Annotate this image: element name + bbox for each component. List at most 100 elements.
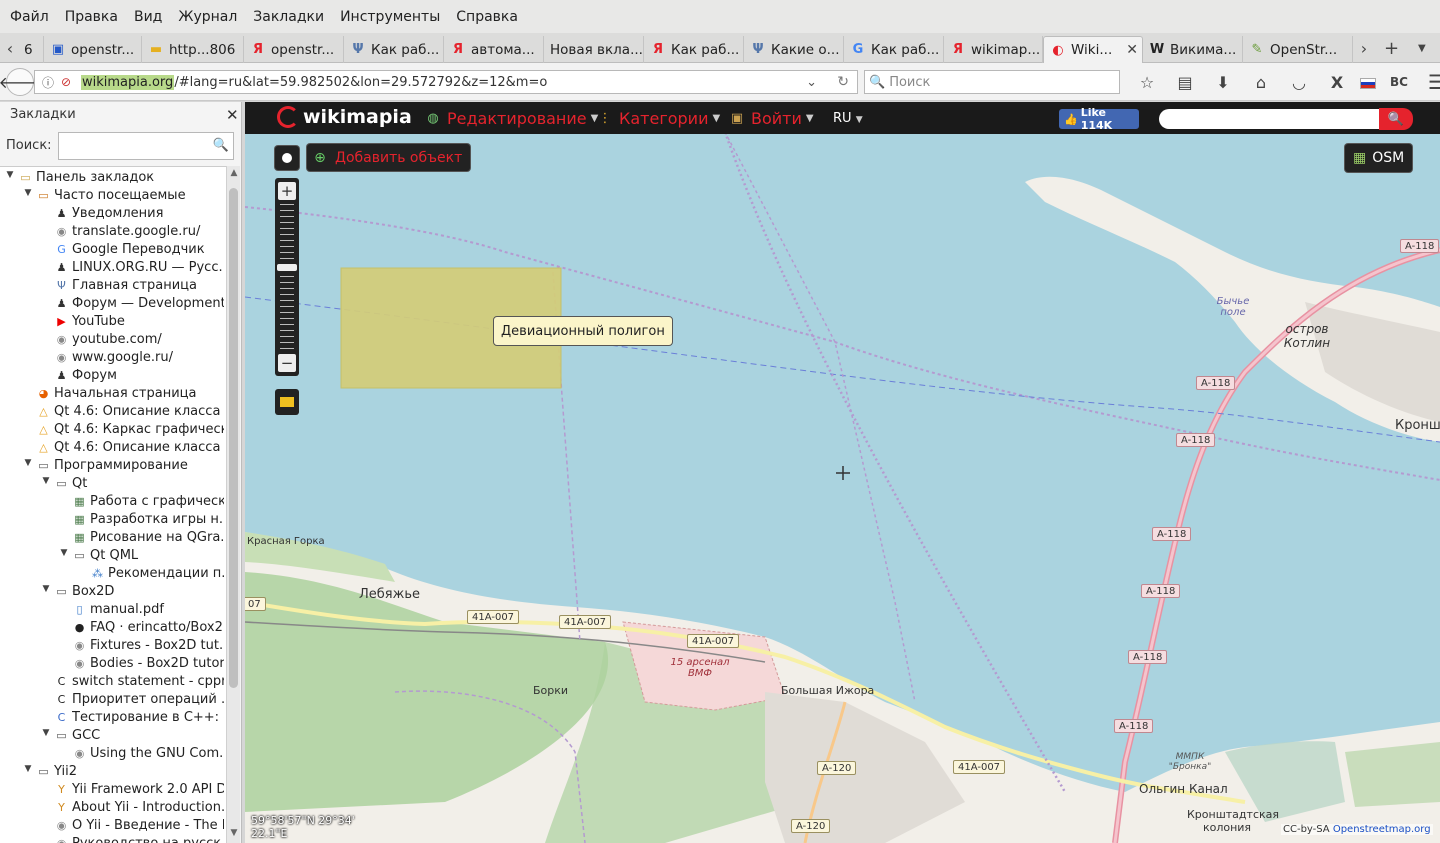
bookmark-folder[interactable]: ▼ ▭ GCC xyxy=(0,727,226,745)
wikimapia-logo[interactable]: wikimapia xyxy=(277,106,412,128)
bookmark-item[interactable]: ◕ Начальная страница xyxy=(0,385,226,403)
bookmark-item[interactable]: ● FAQ · erincatto/Box2... xyxy=(0,619,226,637)
bookmark-item[interactable]: ▶ YouTube xyxy=(0,313,226,331)
tab-4[interactable]: Ψ Как раб... xyxy=(344,36,444,63)
menu-edit[interactable]: Правка xyxy=(57,9,126,25)
bookmark-item[interactable]: Ψ Главная страница xyxy=(0,277,226,295)
tab-9[interactable]: G Как раб... xyxy=(844,36,944,63)
reload-icon[interactable]: ↻ xyxy=(837,74,849,90)
bookmark-folder[interactable]: ▼ ▭ Панель закладок xyxy=(0,169,226,187)
bookmark-item[interactable]: ♟ LINUX.ORG.RU — Русс... xyxy=(0,259,226,277)
bookmark-item[interactable]: Y About Yii - Introduction... xyxy=(0,799,226,817)
menu-bookmarks[interactable]: Закладки xyxy=(245,9,332,25)
zoom-slider-handle[interactable] xyxy=(277,264,297,271)
bookmark-item[interactable]: ♟ Форум — Development xyxy=(0,295,226,313)
menu-tools[interactable]: Инструменты xyxy=(332,9,448,25)
twisty-open-icon[interactable]: ▼ xyxy=(40,476,52,486)
tab-0[interactable]: 6 xyxy=(18,36,44,63)
tab-10[interactable]: Яwikimap... xyxy=(944,36,1043,63)
scroll-down-icon[interactable]: ▼ xyxy=(227,828,241,838)
twisty-open-icon[interactable]: ▼ xyxy=(4,170,16,180)
zoom-ticks[interactable] xyxy=(280,204,294,349)
bookmark-item[interactable]: ♟ Уведомления xyxy=(0,205,226,223)
bookmark-item[interactable]: ▯ manual.pdf xyxy=(0,601,226,619)
bookmark-item[interactable]: ◉ Using the GNU Com... xyxy=(0,745,226,763)
twisty-open-icon[interactable]: ▼ xyxy=(22,188,34,198)
menu-edit-mode[interactable]: ◍ Редактирование ▼ xyxy=(425,109,598,128)
tab-scroll-left-icon[interactable]: ‹ xyxy=(2,33,18,63)
back-button[interactable]: 🡐 xyxy=(0,68,41,96)
tab-12[interactable]: W Викима... xyxy=(1143,36,1243,63)
tab-6[interactable]: Новая вкла... xyxy=(544,36,644,63)
bookmark-item[interactable]: ▦ Разработка игры н... xyxy=(0,511,226,529)
language-select[interactable]: RU ▼ xyxy=(833,111,863,126)
bookmark-item[interactable]: Y Yii Framework 2.0 API D... xyxy=(0,781,226,799)
bookmark-item[interactable]: ◉ translate.google.ru/ xyxy=(0,223,226,241)
layer-switch-button[interactable]: ▦ OSM xyxy=(1345,144,1413,172)
bookmark-item[interactable]: ▦ Рисование на QGra... xyxy=(0,529,226,547)
close-icon[interactable]: ✕ xyxy=(226,106,239,124)
tab-list-icon[interactable]: ▼ xyxy=(1418,33,1426,63)
twisty-open-icon[interactable]: ▼ xyxy=(40,584,52,594)
tab-scroll-right-icon[interactable]: › xyxy=(1356,33,1372,63)
download-icon[interactable]: ⬇ xyxy=(1204,73,1242,92)
tab-2[interactable]: ▬ http...806 xyxy=(142,36,244,63)
bookmark-item[interactable]: △ Qt 4.6: Описание класса ... xyxy=(0,403,226,421)
tab-5[interactable]: Яавтома... xyxy=(444,36,544,63)
bookmark-item[interactable]: ◉ youtube.com/ xyxy=(0,331,226,349)
bookmark-item[interactable]: △ Qt 4.6: Описание класса ... xyxy=(0,439,226,457)
zoom-in-button[interactable]: + xyxy=(278,182,296,200)
bookmark-star-icon[interactable]: ☆ xyxy=(1128,73,1166,92)
bookmark-item[interactable]: ◉ www.google.ru/ xyxy=(0,349,226,367)
facebook-like-button[interactable]: 👍 Like 114K xyxy=(1059,106,1139,132)
twisty-open-icon[interactable]: ▼ xyxy=(22,458,34,468)
zoom-out-button[interactable]: − xyxy=(278,354,296,372)
bookmark-folder[interactable]: ▼ ▭ Qt xyxy=(0,475,226,493)
scrollbar-thumb[interactable] xyxy=(229,188,238,688)
bookmark-folder[interactable]: ▼ ▭ Qt QML xyxy=(0,547,226,565)
bookmark-item[interactable]: ⁂ Рекомендации п... xyxy=(0,565,226,583)
home-icon[interactable]: ⌂ xyxy=(1242,73,1280,92)
scroll-up-icon[interactable]: ▲ xyxy=(227,168,241,178)
pocket-icon[interactable]: ◡ xyxy=(1280,73,1318,92)
bookmark-item[interactable]: ◉ Fixtures - Box2D tut... xyxy=(0,637,226,655)
menu-login[interactable]: ▣ Войти ▼ xyxy=(729,109,814,128)
twisty-open-icon[interactable]: ▼ xyxy=(22,764,34,774)
osm-link[interactable]: Openstreetmap.org xyxy=(1333,824,1431,835)
translate-extension-icon[interactable]: BC xyxy=(1380,75,1418,89)
x-extension-icon[interactable]: X xyxy=(1318,73,1356,92)
search-input[interactable]: 🔍 Поиск xyxy=(864,70,1120,94)
sidebar-scrollbar[interactable]: ▲ ▼ xyxy=(226,166,240,843)
bookmark-item[interactable]: Cswitch statement - cppr... xyxy=(0,673,226,691)
tab-8[interactable]: Ψ Какие о... xyxy=(744,36,844,63)
tab-13[interactable]: ✎ OpenStr... xyxy=(1243,36,1353,63)
bookmark-item[interactable]: ▦ Работа с графическ... xyxy=(0,493,226,511)
add-object-button[interactable]: ⊕ Добавить объект xyxy=(307,144,471,171)
bookmark-folder[interactable]: ▼ ▭ Часто посещаемые xyxy=(0,187,226,205)
ruler-button[interactable] xyxy=(275,389,299,415)
wikimapia-search-input[interactable] xyxy=(1159,109,1379,129)
sidebar-search-input[interactable]: 🔍 xyxy=(58,132,234,160)
locate-button[interactable] xyxy=(275,146,299,170)
tab-11[interactable]: ◐ Wiki... ✕ xyxy=(1043,36,1143,63)
tab-7[interactable]: Я Как раб... xyxy=(644,36,744,63)
menu-view[interactable]: Вид xyxy=(126,9,170,25)
menu-history[interactable]: Журнал xyxy=(170,9,245,25)
tab-1[interactable]: ▣ openstr... xyxy=(44,36,142,63)
hamburger-menu-icon[interactable]: ☰ xyxy=(1418,70,1440,94)
twisty-open-icon[interactable]: ▼ xyxy=(58,548,70,558)
wikimapia-search-button[interactable]: 🔍 xyxy=(1379,108,1413,130)
bookmark-folder[interactable]: ▼ ▭ Yii2 xyxy=(0,763,226,781)
bookmark-item[interactable]: G Google Переводчик xyxy=(0,241,226,259)
twisty-open-icon[interactable]: ▼ xyxy=(40,728,52,738)
url-bar[interactable]: ⓘ ⊘ wikimapia.org/#lang=ru&lat=59.982502… xyxy=(34,70,858,94)
info-icon[interactable]: ⓘ xyxy=(39,74,57,91)
menu-categories[interactable]: ⋮ Категории ▼ xyxy=(597,109,721,128)
url-history-dropdown-icon[interactable]: ⌄ xyxy=(806,75,817,90)
bookmark-item[interactable]: C Тестирование в C++: ст... xyxy=(0,709,226,727)
close-tab-icon[interactable]: ✕ xyxy=(1126,42,1138,58)
bookmark-folder[interactable]: ▼ ▭ Box2D xyxy=(0,583,226,601)
bookmark-item[interactable]: ◉ О Yii - Введение - The D... xyxy=(0,817,226,835)
bookmark-item[interactable]: ◉ Bodies - Box2D tutor... xyxy=(0,655,226,673)
map-view[interactable]: wikimapia ◍ Редактирование ▼ ⋮ Категории… xyxy=(245,102,1440,843)
